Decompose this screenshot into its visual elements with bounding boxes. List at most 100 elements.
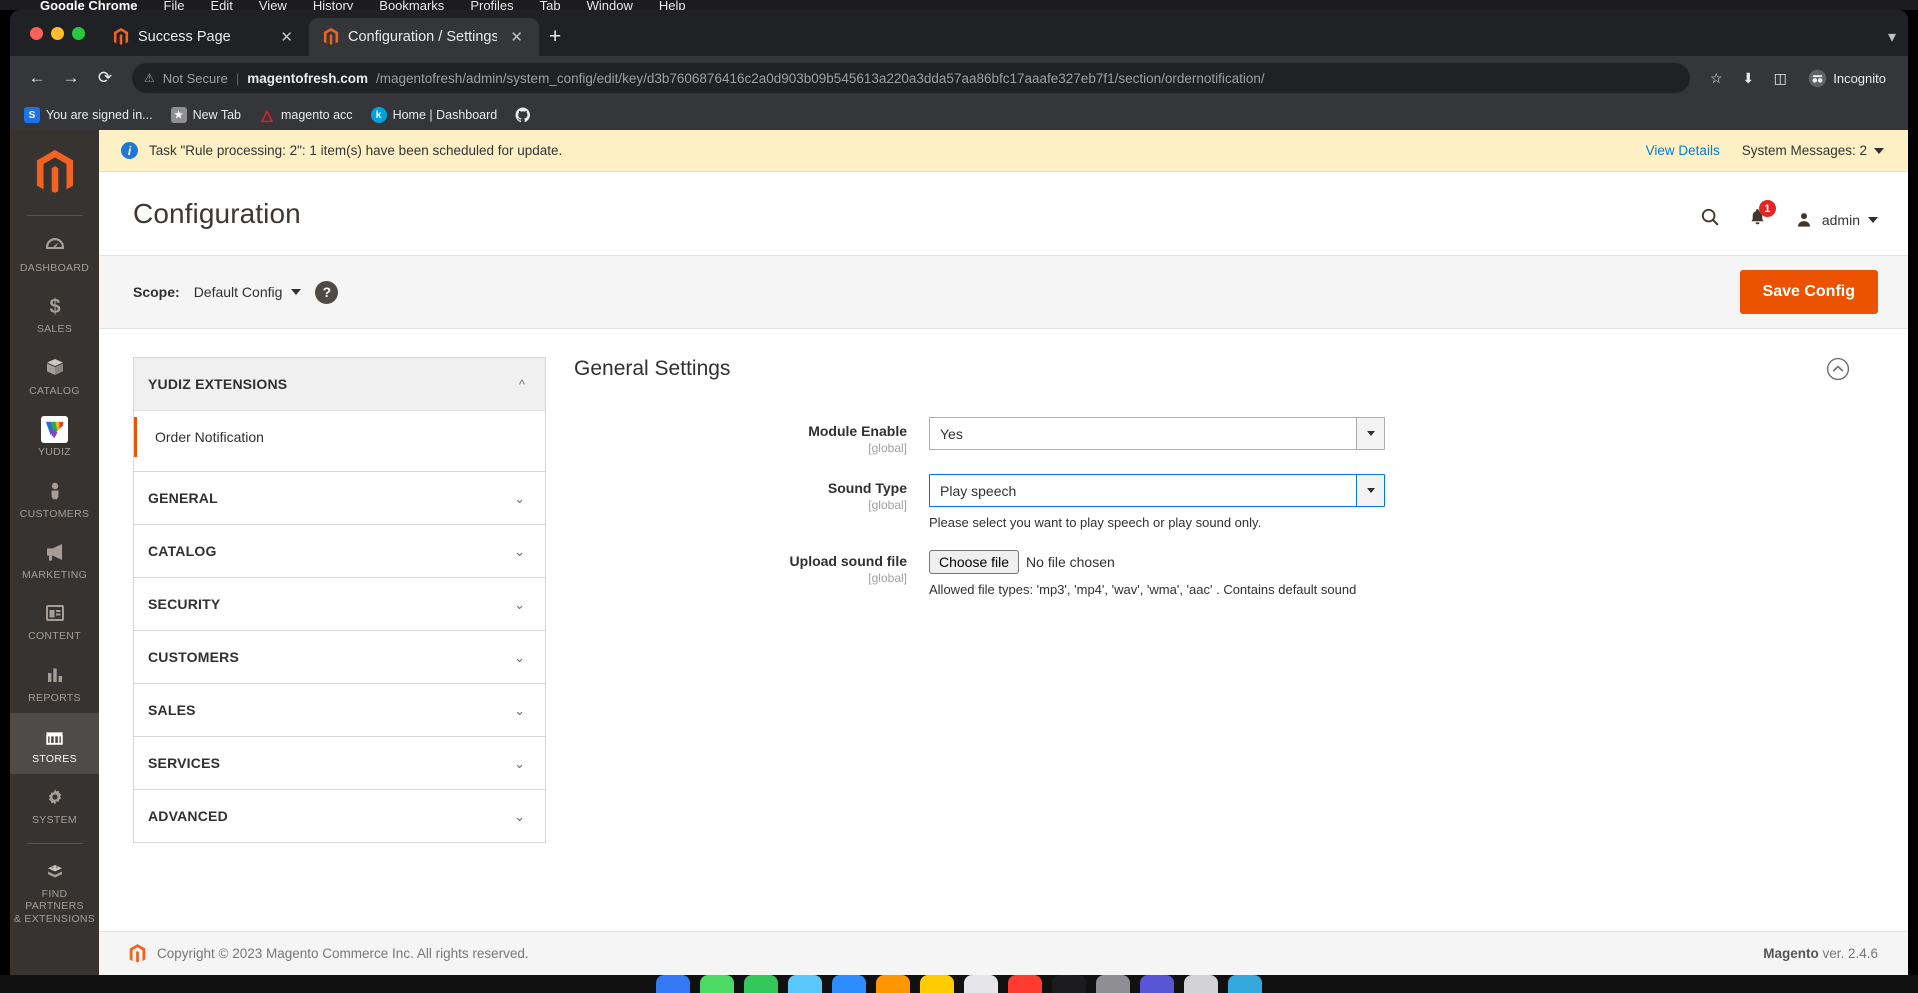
sound-type-select[interactable]: Play speech: [929, 474, 1385, 507]
macos-menu-history[interactable]: History: [313, 0, 353, 10]
page-title: Configuration: [133, 198, 301, 229]
bookmark-item[interactable]: △ magento acc: [259, 107, 353, 124]
forward-button[interactable]: →: [56, 63, 86, 93]
incognito-icon: [1808, 69, 1827, 87]
minimize-window-button[interactable]: [51, 26, 64, 40]
select-value: Play speech: [929, 474, 1356, 507]
browser-tab-configuration[interactable]: Configuration / Settings / Stor ✕: [309, 18, 539, 56]
reload-button[interactable]: ⟳: [90, 63, 120, 93]
field-note: Please select you want to play speech or…: [929, 515, 1262, 530]
close-tab-button[interactable]: ✕: [506, 28, 527, 47]
macos-menu-edit[interactable]: Edit: [210, 0, 232, 10]
sidebar-item-system[interactable]: System: [10, 774, 99, 835]
field-label-group: Upload sound file [global]: [574, 550, 929, 597]
bookmark-item[interactable]: ★ New Tab: [170, 107, 241, 123]
browser-toolbar: ← → ⟳ ⚠ Not Secure | magentofresh.com /m…: [10, 56, 1908, 100]
accordion-header-advanced[interactable]: Advanced ⌄: [134, 790, 545, 842]
accordion-header-services[interactable]: Services ⌄: [134, 737, 545, 789]
macos-menu-window[interactable]: Window: [587, 0, 633, 10]
macos-menu-bookmarks[interactable]: Bookmarks: [379, 0, 444, 10]
bookmark-star-icon[interactable]: ☆: [1702, 64, 1730, 92]
bookmark-item[interactable]: S You are signed in...: [24, 107, 153, 123]
question-mark-icon[interactable]: ?: [315, 280, 339, 304]
user-menu[interactable]: admin: [1794, 210, 1878, 230]
bookmark-label: magento acc: [280, 108, 353, 122]
downloads-icon[interactable]: ⬇: [1734, 64, 1762, 92]
copyright-group: Copyright © 2023 Magento Commerce Inc. A…: [129, 943, 529, 964]
macos-menu-profiles[interactable]: Profiles: [470, 0, 513, 10]
side-panel-icon[interactable]: ◫: [1766, 64, 1794, 92]
accordion-section-security: Security ⌄: [133, 577, 546, 630]
sidebar-item-stores[interactable]: Stores: [10, 713, 99, 775]
url-host: magentofresh.com: [247, 70, 368, 86]
macos-menu-tab[interactable]: Tab: [540, 0, 561, 10]
search-icon[interactable]: [1699, 206, 1721, 233]
sidebar-item-label: Find Partners & Extensions: [13, 887, 96, 925]
chevron-up-icon: ^: [518, 376, 525, 392]
scope-select[interactable]: Default Config: [194, 284, 302, 300]
close-window-button[interactable]: [30, 26, 43, 40]
admin-sidebar: Dashboard $ Sales Catalog: [10, 130, 99, 975]
config-body: Yudiz Extensions ^ Order Notification Ge…: [99, 329, 1908, 931]
close-tab-button[interactable]: ✕: [276, 28, 297, 47]
new-tab-button[interactable]: +: [549, 25, 561, 49]
sidebar-item-label: Stores: [32, 753, 77, 765]
person-icon: [43, 479, 67, 503]
sidebar-item-sales[interactable]: $ Sales: [10, 283, 99, 344]
sidebar-item-label: Customers: [19, 507, 90, 520]
magento-icon: [113, 28, 129, 45]
browser-tab-success-page[interactable]: Success Page ✕: [99, 18, 309, 56]
accordion-header-catalog[interactable]: Catalog ⌄: [134, 525, 545, 577]
accordion-header-security[interactable]: Security ⌄: [134, 578, 545, 630]
accordion-section-yudiz-extensions: Yudiz Extensions ^ Order Notification: [133, 357, 546, 471]
save-config-button[interactable]: Save Config: [1739, 270, 1878, 314]
notifications-bell[interactable]: 1: [1747, 200, 1776, 233]
accordion-title: Advanced: [148, 808, 228, 824]
magento-icon: [323, 28, 339, 45]
magento-logo[interactable]: [35, 138, 75, 215]
collapse-circle-icon[interactable]: [1826, 357, 1850, 381]
scope-value: Default Config: [193, 284, 283, 300]
accordion-header-sales[interactable]: Sales ⌄: [134, 684, 545, 736]
back-button[interactable]: ←: [22, 63, 52, 93]
accordion-item-order-notification[interactable]: Order Notification: [134, 417, 545, 457]
bookmark-item[interactable]: [515, 107, 531, 123]
accordion-title: Customers: [148, 649, 239, 665]
yudiz-logo-icon: [41, 415, 68, 443]
accordion-header-customers[interactable]: Customers ⌄: [134, 631, 545, 683]
choose-file-button[interactable]: Choose file: [929, 550, 1020, 574]
sidebar-item-reports[interactable]: Reports: [10, 652, 99, 713]
sidebar-item-catalog[interactable]: Catalog: [10, 345, 99, 406]
config-section-accordion: Yudiz Extensions ^ Order Notification Ge…: [133, 357, 546, 931]
system-messages-toggle[interactable]: System Messages: 2: [1742, 143, 1884, 158]
field-scope: [global]: [868, 571, 907, 585]
sidebar-item-content[interactable]: Content: [10, 590, 99, 651]
maximize-window-button[interactable]: [72, 26, 85, 40]
scope-bar: Scope: Default Config ? Save Config: [99, 255, 1908, 329]
sidebar-item-yudiz[interactable]: Yudiz: [10, 406, 99, 467]
gear-icon: [43, 785, 67, 809]
address-bar[interactable]: ⚠ Not Secure | magentofresh.com /magento…: [132, 63, 1691, 93]
module-enable-select[interactable]: Yes: [929, 417, 1385, 450]
sidebar-item-customers[interactable]: Customers: [10, 468, 99, 529]
field-note: Allowed file types: 'mp3', 'mp4', 'wav',…: [929, 582, 1357, 597]
tab-search-chevron-icon[interactable]: ▾: [1888, 27, 1896, 47]
field-label: Upload sound file: [789, 553, 907, 569]
accordion-title: Services: [148, 755, 221, 771]
copyright-text: Copyright © 2023 Magento Commerce Inc. A…: [157, 946, 529, 961]
macos-menu-file[interactable]: File: [164, 0, 185, 10]
accordion-header-general[interactable]: General ⌄: [134, 472, 545, 524]
field-control-group: Yes: [929, 417, 1878, 455]
macos-menu-help[interactable]: Help: [659, 0, 686, 10]
admin-footer: Copyright © 2023 Magento Commerce Inc. A…: [99, 931, 1908, 975]
macos-menu-view[interactable]: View: [259, 0, 287, 10]
view-details-link[interactable]: View Details: [1646, 143, 1720, 158]
bookmark-item[interactable]: k Home | Dashboard: [370, 107, 497, 123]
sidebar-item-dashboard[interactable]: Dashboard: [10, 222, 99, 283]
accordion-header-yudiz-extensions[interactable]: Yudiz Extensions ^: [134, 358, 545, 410]
field-label-group: Sound Type [global]: [574, 474, 929, 530]
incognito-profile-button[interactable]: Incognito: [1802, 66, 1896, 91]
sidebar-item-find-partners[interactable]: Find Partners & Extensions: [10, 848, 99, 934]
field-label-group: Module Enable [global]: [574, 417, 929, 455]
sidebar-item-marketing[interactable]: Marketing: [10, 529, 99, 590]
